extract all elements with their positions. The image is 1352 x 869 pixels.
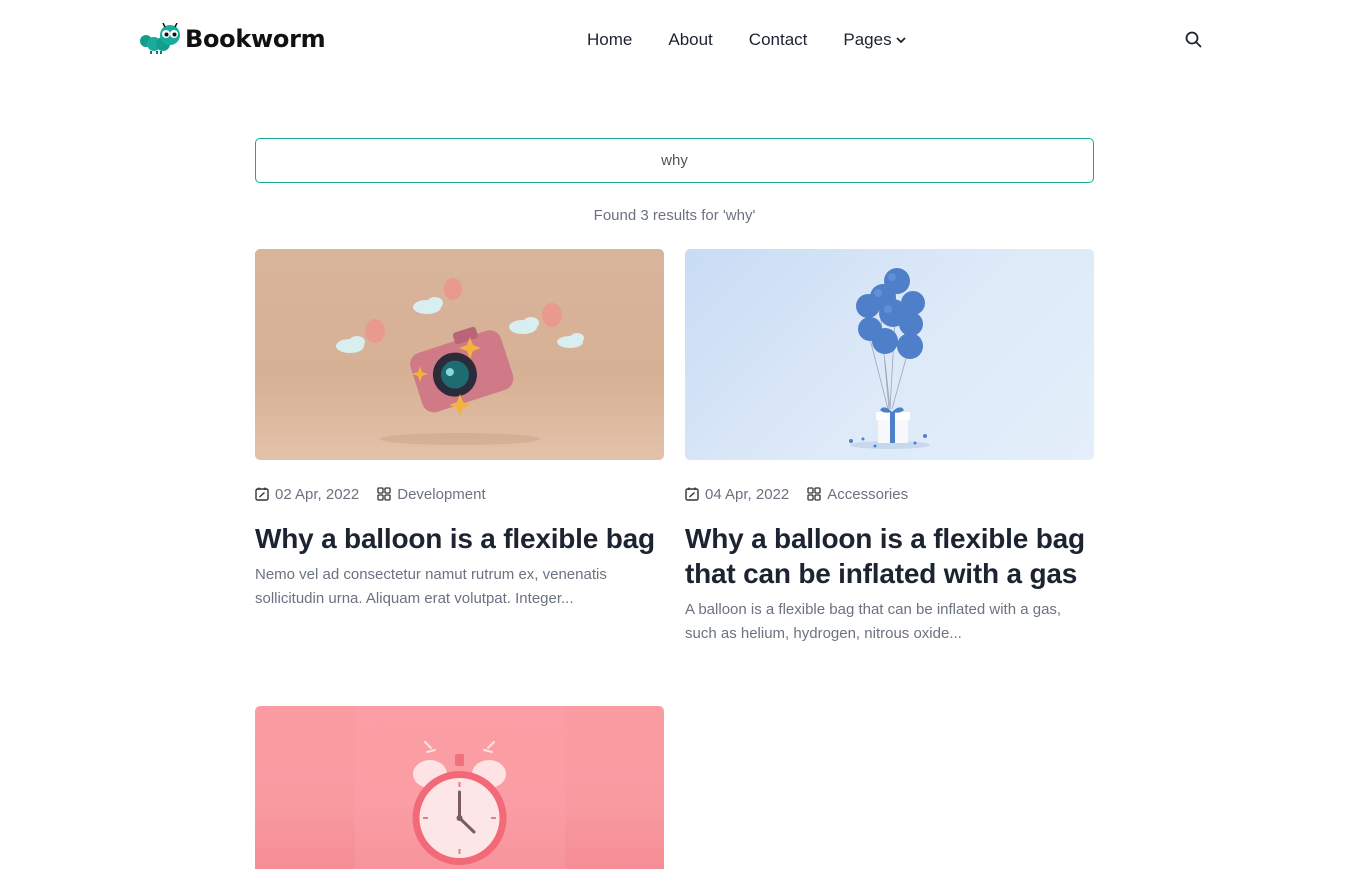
- calendar-icon: [685, 487, 699, 501]
- brand-logo[interactable]: Bookworm: [139, 22, 326, 56]
- post-title[interactable]: Why a balloon is a flexible bag that can…: [685, 521, 1094, 591]
- calendar-icon: [255, 487, 269, 501]
- post-image-balloons[interactable]: [685, 249, 1094, 460]
- post-card: 04 Apr, 2022 Accessories Why a balloon i…: [685, 249, 1094, 646]
- post-excerpt: Nemo vel ad consectetur namut rutrum ex,…: [255, 566, 607, 607]
- category-grid-icon: [377, 487, 391, 501]
- main-nav: Home About Contact Pages: [587, 29, 906, 51]
- post-excerpt: A balloon is a flexible bag that can be …: [685, 601, 1062, 642]
- search-field[interactable]: [255, 138, 1094, 183]
- search-icon[interactable]: [1185, 31, 1202, 48]
- post-date: 04 Apr, 2022: [705, 485, 790, 503]
- post-card: [255, 706, 664, 869]
- search-input[interactable]: [256, 139, 1093, 182]
- chevron-down-icon: [895, 36, 906, 43]
- nav-item-pages-label: Pages: [843, 30, 892, 49]
- nav-item-about[interactable]: About: [668, 30, 712, 50]
- brand-name: Bookworm: [185, 25, 326, 53]
- post-category[interactable]: Development: [397, 486, 485, 503]
- post-date: 02 Apr, 2022: [275, 485, 360, 503]
- nav-item-pages[interactable]: Pages: [843, 30, 906, 50]
- nav-item-contact[interactable]: Contact: [749, 30, 808, 50]
- post-category[interactable]: Accessories: [827, 486, 908, 503]
- nav-item-home[interactable]: Home: [587, 30, 632, 50]
- post-card: 02 Apr, 2022 Development Why a balloon i…: [255, 249, 664, 611]
- post-image-alarm-clock[interactable]: [255, 706, 664, 869]
- post-title[interactable]: Why a balloon is a flexible bag: [255, 521, 664, 556]
- category-grid-icon: [807, 487, 821, 501]
- caterpillar-logo-icon: [140, 23, 180, 54]
- post-image-camera[interactable]: [255, 249, 664, 460]
- search-results-summary: Found 3 results for 'why': [593, 207, 756, 224]
